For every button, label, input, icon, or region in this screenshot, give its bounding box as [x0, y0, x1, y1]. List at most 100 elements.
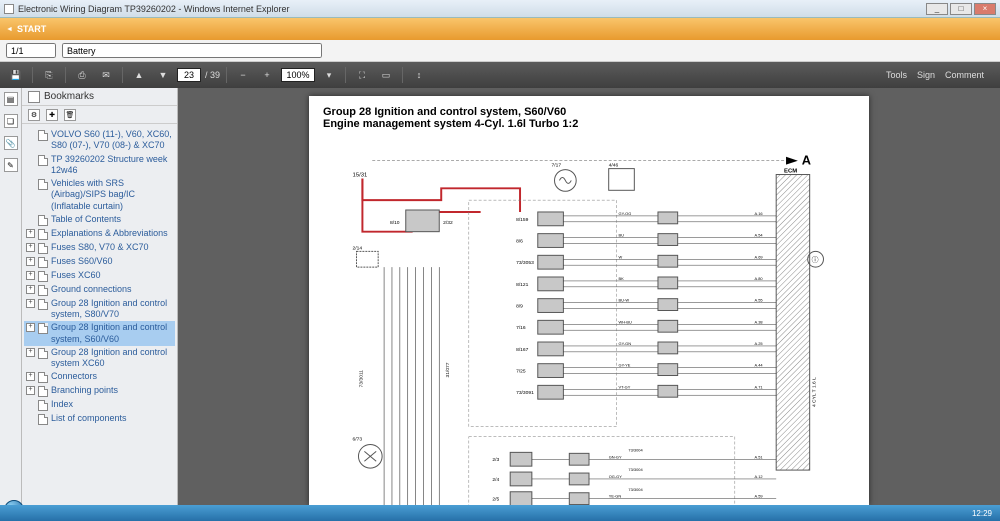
maximize-button[interactable]: □ [950, 3, 972, 15]
zoom-dropdown[interactable]: ▾ [319, 66, 339, 84]
svg-text:7/16: 7/16 [516, 325, 526, 331]
search-row [0, 40, 1000, 62]
expand-icon [26, 400, 35, 409]
pdf-page: Group 28 Ignition and control system, S6… [309, 96, 869, 505]
bookmarks-icon[interactable]: ❏ [4, 114, 18, 128]
bookmark-item[interactable]: + Ground connections [24, 283, 175, 297]
page-icon [38, 299, 48, 310]
tools-link[interactable]: Tools [886, 70, 907, 80]
expand-icon [26, 155, 35, 164]
bm-options-icon[interactable]: ⚙ [28, 109, 40, 121]
bm-delete-icon[interactable]: 🗑 [64, 109, 76, 121]
svg-text:YE-GN: YE-GN [609, 494, 622, 499]
bookmark-item[interactable]: Index [24, 398, 175, 412]
document-pane[interactable]: Group 28 Ignition and control system, S6… [178, 88, 1000, 505]
bookmark-item[interactable]: TP 39260202 Structure week 12w46 [24, 153, 175, 178]
expand-icon[interactable]: + [26, 229, 35, 238]
bookmark-item[interactable]: + Group 28 Ignition and control system, S… [24, 297, 175, 322]
page-icon [38, 130, 48, 141]
bookmarks-title: Bookmarks [44, 91, 94, 102]
fit-width-icon[interactable]: ⛶ [352, 66, 372, 84]
bm-new-icon[interactable]: ✚ [46, 109, 58, 121]
svg-text:BU-W: BU-W [619, 298, 630, 303]
page-icon [38, 285, 48, 296]
close-button[interactable]: × [974, 3, 996, 15]
bookmark-item[interactable]: + Explanations & Abbreviations [24, 227, 175, 241]
svg-text:73/3011: 73/3011 [358, 370, 364, 388]
expand-icon[interactable]: + [26, 323, 35, 332]
expand-icon[interactable]: + [26, 348, 35, 357]
prev-page-button[interactable]: ▲ [129, 66, 149, 84]
expand-icon[interactable]: + [26, 386, 35, 395]
bookmark-label: Group 28 Ignition and control system, S8… [51, 298, 173, 321]
svg-text:15/31: 15/31 [353, 173, 368, 179]
attachments-icon[interactable]: 📎 [4, 136, 18, 150]
bookmark-item[interactable]: +Connectors [24, 370, 175, 384]
page-icon [38, 323, 48, 334]
thumbnails-icon[interactable]: ▤ [4, 92, 18, 106]
expand-icon [26, 414, 35, 423]
comment-link[interactable]: Comment [945, 70, 984, 80]
start-label: START [17, 24, 46, 34]
svg-text:31/077: 31/077 [445, 362, 451, 377]
expand-icon[interactable]: + [26, 243, 35, 252]
next-page-button[interactable]: ▼ [153, 66, 173, 84]
save-icon[interactable]: 💾 [6, 66, 26, 84]
svg-text:GY-YE: GY-YE [619, 363, 631, 368]
bookmark-label: Fuses S60/V60 [51, 256, 173, 267]
main-area: ▤ ❏ 📎 ✎ Bookmarks ⚙ ✚ 🗑 VOLVO S60 (11-),… [0, 88, 1000, 505]
zoom-out-button[interactable]: − [233, 66, 253, 84]
bookmark-label: VOLVO S60 (11-), V60, XC60, S80 (07-), V… [51, 129, 173, 152]
bookmark-item[interactable]: List of components [24, 412, 175, 426]
expand-icon[interactable]: + [26, 271, 35, 280]
sign-link[interactable]: Sign [917, 70, 935, 80]
expand-icon[interactable]: + [26, 372, 35, 381]
bookmark-label: Ground connections [51, 284, 173, 295]
bookmark-item[interactable]: + Fuses S60/V60 [24, 255, 175, 269]
svg-text:GY-GN: GY-GN [619, 341, 632, 346]
read-mode-icon[interactable]: ▭ [376, 66, 396, 84]
svg-text:GN-GY: GN-GY [609, 454, 622, 459]
favicon [4, 4, 14, 14]
svg-text:A.25: A.25 [755, 341, 764, 346]
scroll-icon[interactable]: ↕ [409, 66, 429, 84]
bookmark-item[interactable]: +Fuses XC60 [24, 269, 175, 283]
bookmarks-toolbar: ⚙ ✚ 🗑 [22, 106, 177, 124]
convert-icon[interactable]: ⎘ [39, 66, 59, 84]
bookmark-item[interactable]: +Fuses S80, V70 & XC70 [24, 241, 175, 255]
svg-text:8/10: 8/10 [390, 220, 400, 226]
svg-text:8/6: 8/6 [516, 239, 523, 245]
svg-text:8/167: 8/167 [516, 347, 529, 353]
zoom-field[interactable] [281, 68, 315, 82]
window-title: Electronic Wiring Diagram TP39260202 - W… [18, 4, 289, 14]
svg-text:A.55: A.55 [755, 298, 764, 303]
svg-text:73/3004: 73/3004 [628, 467, 643, 472]
print-icon[interactable]: ⎙ [72, 66, 92, 84]
page-icon [38, 257, 48, 268]
bookmark-item[interactable]: +Branching points [24, 384, 175, 398]
svg-text:WH-BU: WH-BU [619, 319, 632, 324]
wiring-diagram: A 15/31 8/10 2/32 2/14 [323, 138, 855, 505]
minimize-button[interactable]: _ [926, 3, 948, 15]
bookmark-item[interactable]: +Group 28 Ignition and control system XC… [24, 346, 175, 371]
expand-icon[interactable]: + [26, 299, 35, 308]
svg-text:8/159: 8/159 [516, 217, 529, 223]
start-bar[interactable]: START [0, 18, 1000, 40]
expand-icon[interactable]: + [26, 285, 35, 294]
bookmark-item[interactable]: +Group 28 Ignition and control system, S… [24, 321, 175, 346]
search-term-field[interactable] [62, 43, 322, 58]
svg-text:2/14: 2/14 [353, 245, 363, 251]
expand-icon [26, 130, 35, 139]
bookmark-label: Explanations & Abbreviations [51, 228, 173, 239]
bookmark-item[interactable]: VOLVO S60 (11-), V60, XC60, S80 (07-), V… [24, 128, 175, 153]
bookmark-item[interactable]: Table of Contents [24, 213, 175, 227]
page-number-field[interactable] [177, 68, 201, 82]
bookmark-item[interactable]: Vehicles with SRS (Airbag)/SIPS bag/IC (… [24, 177, 175, 213]
signatures-icon[interactable]: ✎ [4, 158, 18, 172]
zoom-in-button[interactable]: + [257, 66, 277, 84]
search-index-field[interactable] [6, 43, 56, 58]
bookmark-label: List of components [51, 413, 173, 424]
mail-icon[interactable]: ✉ [96, 66, 116, 84]
expand-icon[interactable]: + [26, 257, 35, 266]
page-icon [38, 179, 48, 190]
